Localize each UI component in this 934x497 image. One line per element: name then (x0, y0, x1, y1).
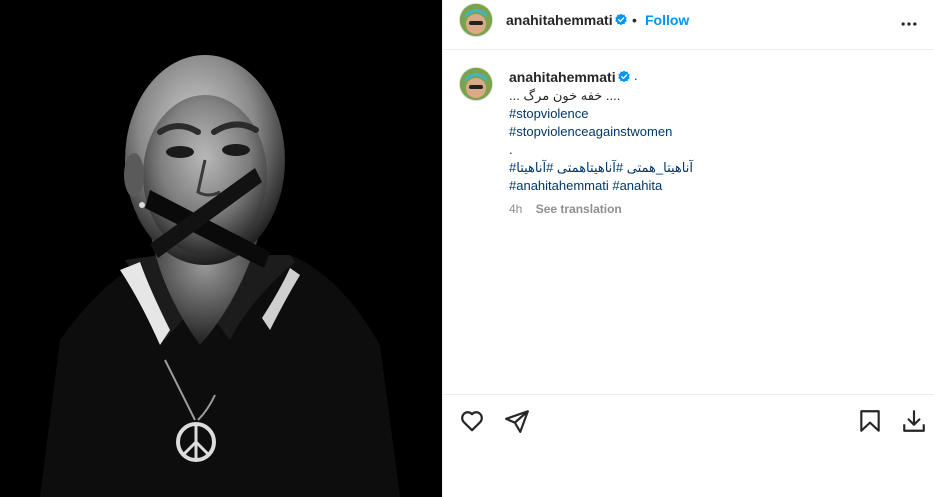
caption-trailing-dot: . (634, 68, 638, 83)
hashtags-persian[interactable]: آناهیتا_همتی #آناهیتاهمتی #آناهیتا# (509, 159, 693, 177)
caption-username[interactable]: anahitahemmati (509, 69, 616, 85)
paper-plane-icon[interactable] (504, 408, 530, 434)
avatar-image (460, 68, 492, 100)
bookmark-icon[interactable] (857, 408, 883, 434)
download-icon[interactable] (901, 408, 927, 434)
hashtags-anahita[interactable]: #anahitahemmati #anahita (509, 177, 662, 195)
verified-badge-icon (618, 70, 630, 83)
avatar-image (460, 4, 492, 36)
caption-line-persian: .... خفه خون مرگ ... (509, 88, 621, 103)
avatar[interactable] (460, 4, 492, 36)
caption-dot-line: . (509, 142, 513, 157)
post-time: 4h (509, 202, 523, 216)
verified-badge-icon (615, 13, 627, 26)
post-header: anahitahemmati • Follow (443, 0, 934, 50)
portrait-image (0, 0, 442, 497)
action-bar (443, 394, 934, 444)
follow-button[interactable]: Follow (645, 12, 689, 28)
separator-dot: • (632, 12, 637, 28)
more-options-icon[interactable] (899, 14, 919, 34)
post-side-panel: anahitahemmati • Follow anahitahemmati .… (442, 0, 934, 497)
see-translation-button[interactable]: See translation (536, 202, 622, 216)
caption-avatar[interactable] (460, 68, 492, 100)
hashtag-stopviolenceagainstwomen[interactable]: #stopviolenceagainstwomen (509, 123, 672, 141)
caption-meta: 4h See translation (509, 202, 622, 216)
hashtag-stopviolence[interactable]: #stopviolence (509, 105, 589, 123)
heart-icon[interactable] (459, 408, 485, 434)
post-username[interactable]: anahitahemmati (506, 12, 613, 28)
post-photo[interactable] (0, 0, 442, 497)
